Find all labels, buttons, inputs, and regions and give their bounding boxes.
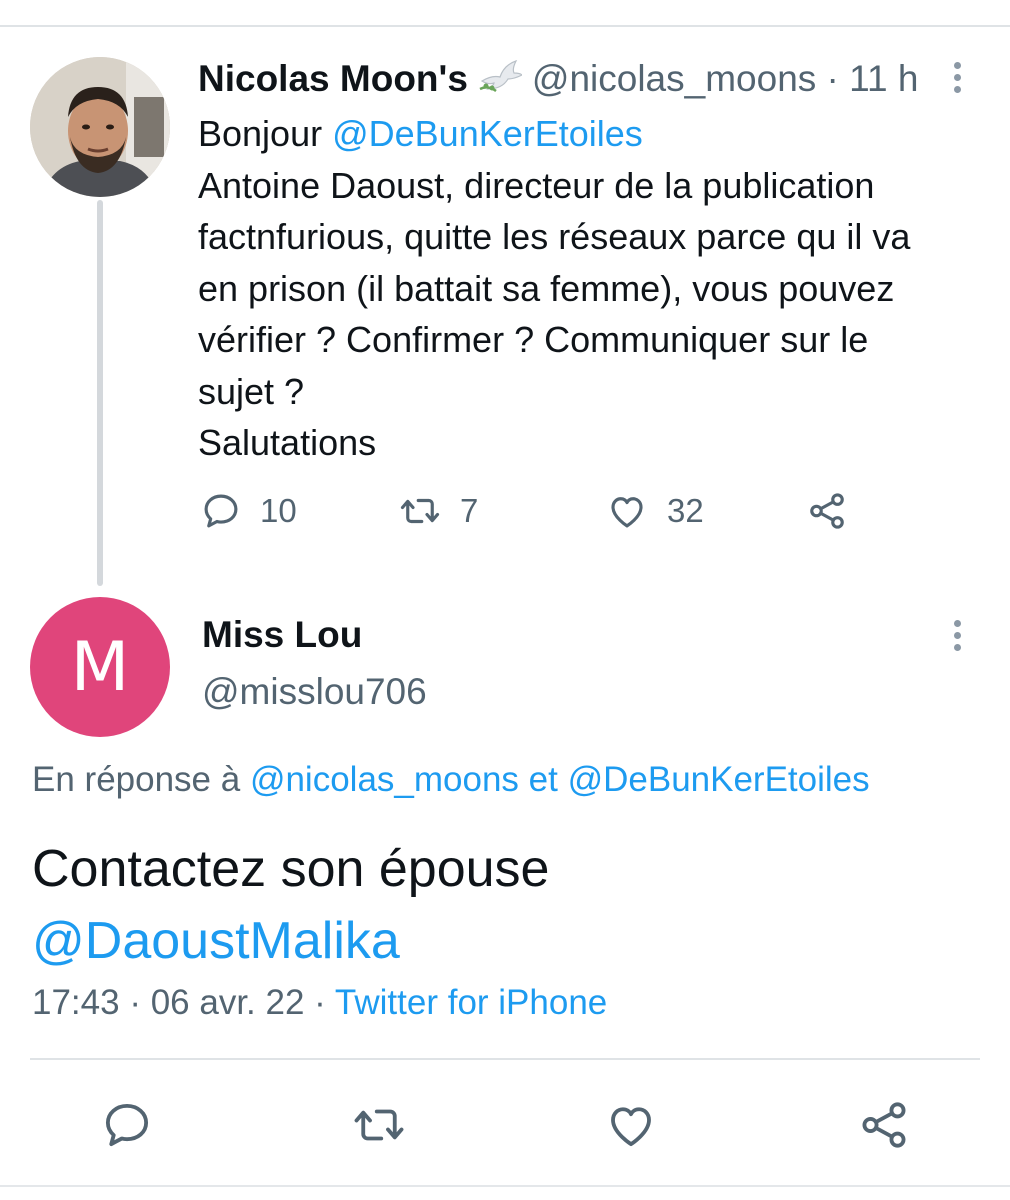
separator-dot: · [304, 983, 335, 1022]
tweet-source[interactable]: Twitter for iPhone [335, 983, 607, 1022]
like-button[interactable]: 32 [605, 490, 704, 532]
tweet-line: Antoine Daoust, directeur de la publicat… [198, 164, 875, 206]
like-icon [611, 1107, 651, 1147]
retweet-button[interactable] [350, 1098, 408, 1157]
avatar-miss-lou[interactable]: M [30, 597, 170, 737]
like-icon [611, 497, 643, 528]
dove-icon [478, 55, 523, 108]
avatar-nicolas[interactable] [30, 57, 170, 197]
time-ago[interactable]: 11 h [849, 58, 918, 99]
replying-and: et [518, 760, 568, 799]
mention-link[interactable]: @DeBunKerEtoiles [568, 760, 870, 799]
tweet-line: vérifier ? Confirmer ? Communiquer sur l… [198, 319, 869, 360]
share-icon [862, 1102, 906, 1148]
author-name[interactable]: Nicolas Moon's [198, 58, 468, 99]
share-button[interactable] [856, 1098, 912, 1157]
like-count: 32 [667, 492, 704, 529]
retweet-button[interactable]: 7 [398, 490, 478, 532]
reply-button[interactable] [100, 1098, 154, 1157]
retweet-count: 7 [460, 492, 479, 529]
separator-dot: · [816, 58, 850, 99]
reply-author-handle[interactable]: @misslou706 [202, 671, 427, 713]
reply-line: Contactez son épouse [32, 840, 550, 898]
separator-dot: · [119, 983, 151, 1022]
mention-link[interactable]: @nicolas_moons [250, 760, 519, 799]
reply-action-bar [0, 1098, 1010, 1152]
reply-author-name[interactable]: Miss Lou [202, 614, 362, 656]
replying-prefix: En réponse à [32, 760, 250, 799]
mention-link[interactable]: @DaoustMalika [32, 912, 400, 970]
tweet-time[interactable]: 17:43 [32, 983, 120, 1022]
parent-tweet-text: Bonjour @DeBunKerEtoiles Antoine Daoust,… [198, 108, 988, 469]
retweet-icon [400, 498, 440, 524]
tweet-line: Bonjour @DeBunKerEtoiles [198, 108, 988, 160]
share-icon [810, 493, 844, 529]
share-button[interactable] [805, 490, 849, 532]
tweet-meta: 17:43 · 06 avr. 22 · Twitter for iPhone [32, 983, 607, 1023]
avatar-letter: M [70, 627, 130, 707]
bottom-divider [0, 1185, 1010, 1187]
reply-button[interactable]: 10 [200, 490, 297, 532]
like-button[interactable] [603, 1098, 659, 1157]
replying-to: En réponse à @nicolas_moons et @DeBunKer… [32, 760, 870, 800]
reply-icon [105, 1103, 149, 1147]
tweet-line: factnfurious, quitte les réseaux parce q… [198, 216, 911, 257]
top-divider [0, 25, 1010, 27]
tweet-line: Salutations [198, 422, 377, 463]
parent-action-bar: 10 7 32 [0, 490, 1010, 540]
reply-icon [204, 494, 238, 528]
mention-link[interactable]: @DeBunKerEtoiles [332, 113, 643, 154]
tweet-line: en prison (il battait sa femme), vous po… [198, 267, 895, 309]
reply-count: 10 [260, 492, 297, 529]
author-handle[interactable]: @nicolas_moons [532, 58, 816, 99]
retweet-icon [354, 1109, 404, 1141]
more-icon[interactable] [950, 620, 964, 658]
more-icon[interactable] [950, 62, 964, 100]
reply-tweet-text: Contactez son épouse @DaoustMalika [32, 833, 549, 977]
tweet-date[interactable]: 06 avr. 22 [151, 983, 305, 1022]
tweet-line: sujet ? [198, 370, 305, 412]
parent-header: Nicolas Moon's @nicolas_moons · 11 h [198, 54, 918, 104]
tweet-line-prefix: Bonjour [198, 113, 333, 154]
meta-divider [30, 1058, 980, 1060]
